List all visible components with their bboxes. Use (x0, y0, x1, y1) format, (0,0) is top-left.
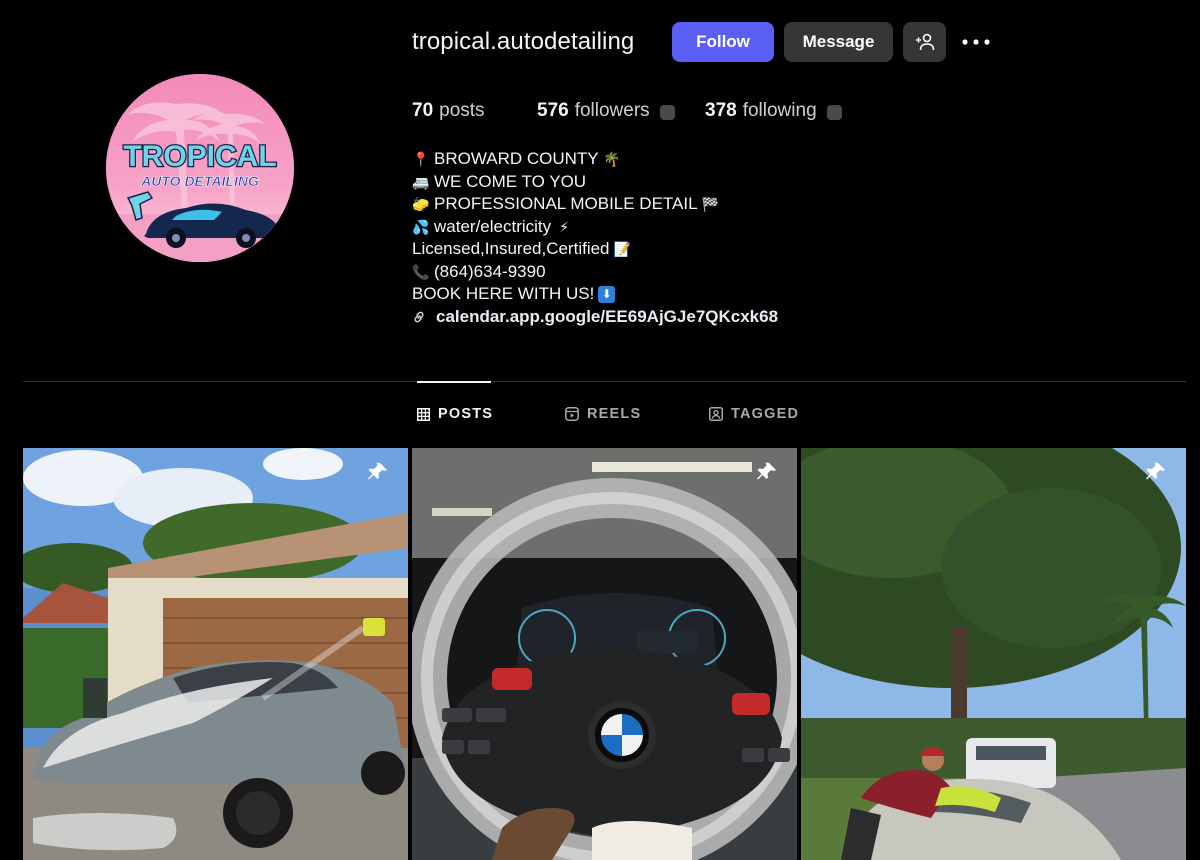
message-button[interactable]: Message (784, 22, 893, 62)
tabs-divider (23, 381, 1186, 382)
tab-reels-label: REELS (587, 406, 642, 422)
follow-button[interactable]: Follow (672, 22, 774, 62)
bio-line: 💦 water/electricity ⚡ (412, 216, 778, 239)
active-tab-indicator (417, 381, 491, 383)
bio-line-text: PROFESSIONAL MOBILE DETAIL (434, 194, 698, 213)
bio-line: Licensed,Insured,Certified 📝 (412, 238, 778, 261)
ellipsis-icon (962, 39, 990, 45)
bio-line-text: BOOK HERE WITH US! (412, 284, 595, 303)
bio-line-text: Licensed,Insured,Certified (412, 239, 610, 258)
bmw-steering-wheel-photo (412, 448, 797, 860)
pinned-icon (1146, 462, 1165, 480)
detailer-wiping-hood-photo (801, 448, 1186, 860)
bio-line: 🧽 PROFESSIONAL MOBILE DETAIL 🏁 (412, 193, 778, 216)
posts-count-value: 70 (412, 100, 434, 121)
post-thumbnail[interactable] (412, 448, 797, 860)
following-count-label: following (742, 100, 817, 121)
bio-line: 📍 BROWARD COUNTY 🌴 (412, 148, 778, 171)
post-thumbnail[interactable] (801, 448, 1186, 860)
add-user-button[interactable] (903, 22, 946, 62)
bio-line-text: BROWARD COUNTY (434, 149, 599, 168)
bio-line: 📞 (864)634-9390 (412, 261, 778, 284)
profile-bio: 📍 BROWARD COUNTY 🌴 🚐 WE COME TO YOU 🧽 PR… (412, 148, 778, 328)
tab-tagged-label: TAGGED (731, 406, 800, 422)
phone-emoji-icon: 📞 (412, 263, 430, 280)
face-icon (826, 104, 842, 120)
pin-emoji-icon: 📍 (412, 151, 430, 167)
svg-text:AUTO DETAILING: AUTO DETAILING (140, 173, 259, 189)
palm-tree-emoji-icon: 🌴 (602, 151, 621, 167)
person-plus-icon (915, 33, 934, 51)
tab-posts[interactable]: POSTS (417, 406, 493, 422)
posts-count-label: posts (439, 100, 485, 121)
lightning-emoji-icon: ⚡ (559, 218, 570, 235)
sponge-emoji-icon: 🧽 (412, 196, 430, 212)
bio-phone-number: (864)634-9390 (434, 261, 546, 281)
checkered-flag-emoji-icon: 🏁 (701, 196, 720, 212)
more-options-button[interactable] (956, 22, 996, 62)
porsche-wash-photo (23, 448, 408, 860)
bio-external-link[interactable]: calendar.app.google/EE69AjGJe7QKcxk68 (412, 306, 778, 329)
followers-count-value: 576 (537, 100, 569, 121)
link-icon (414, 311, 424, 323)
tropical-auto-detailing-logo-icon: TROPICAL AUTO DETAILING (106, 74, 294, 262)
bio-line: 🚐 WE COME TO YOU (412, 171, 778, 194)
bio-line: BOOK HERE WITH US! ⬇ (412, 283, 778, 306)
posts-count: 70 posts (412, 100, 485, 122)
post-thumbnail[interactable] (23, 448, 408, 860)
droplets-emoji-icon: 💦 (412, 218, 430, 235)
bio-line-text: WE COME TO YOU (434, 171, 587, 191)
profile-avatar[interactable]: TROPICAL AUTO DETAILING (106, 74, 294, 262)
reels-icon (565, 407, 579, 421)
profile-username: tropical.autodetailing (412, 28, 635, 55)
following-link[interactable]: 378 following (705, 100, 842, 122)
memo-emoji-icon: 📝 (613, 241, 632, 257)
following-count-value: 378 (705, 100, 737, 121)
pinned-icon (368, 462, 387, 480)
svg-text:TROPICAL: TROPICAL (123, 140, 276, 173)
van-emoji-icon: 🚐 (412, 173, 430, 190)
tab-tagged[interactable]: TAGGED (709, 406, 799, 422)
tab-reels[interactable]: REELS (565, 406, 641, 422)
followers-link[interactable]: 576 followers (537, 100, 675, 122)
tab-posts-label: POSTS (438, 406, 494, 422)
face-icon (659, 104, 675, 120)
down-arrow-emoji-icon: ⬇ (598, 285, 616, 303)
grid-icon (417, 407, 430, 421)
followers-count-label: followers (574, 100, 650, 121)
pinned-icon (757, 462, 776, 480)
bio-link-text[interactable]: calendar.app.google/EE69AjGJe7QKcxk68 (436, 306, 778, 329)
tagged-icon (709, 407, 723, 421)
bio-line-text: water/electricity (434, 216, 552, 236)
